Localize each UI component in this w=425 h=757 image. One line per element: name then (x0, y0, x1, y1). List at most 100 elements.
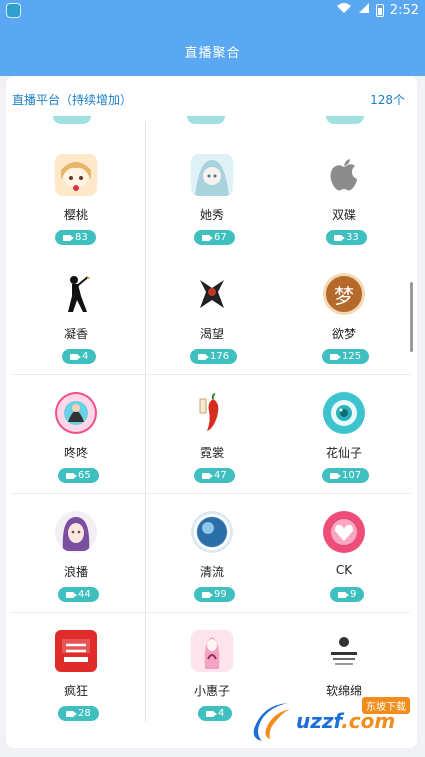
anime-girl-blue-icon (191, 154, 233, 196)
anime-girl-icon (55, 154, 97, 196)
blue-orb-icon (191, 511, 233, 553)
watermark-text: uzzf.com (296, 709, 395, 733)
status-indicators: 2:52 (336, 2, 419, 18)
camera-icon (66, 591, 77, 598)
app-bar: 直播聚合 (0, 22, 425, 76)
swoosh-logo-icon (253, 703, 290, 741)
camera-icon (202, 591, 213, 598)
camera-icon (334, 234, 345, 241)
platform-item[interactable]: 梦 欲梦 125 (278, 255, 410, 374)
dark-figure-icon (191, 273, 233, 315)
platform-item[interactable]: 浪播 44 (10, 493, 142, 612)
pink-heart-hand-icon (323, 511, 365, 553)
platform-item[interactable]: 渴望 176 (146, 255, 278, 374)
watermark-main: uzzf (296, 709, 342, 733)
partial-badge (53, 116, 91, 124)
red-square-logo-icon (55, 630, 97, 672)
meng-character-icon: 梦 (323, 273, 365, 315)
chili-pepper-icon (191, 392, 233, 434)
platform-item[interactable]: 凝香 4 (10, 255, 142, 374)
purple-hair-girl-icon (55, 511, 97, 553)
platforms-title: 直播平台（持续增加） (12, 93, 133, 107)
viewer-count: 125 (342, 351, 362, 362)
site-watermark: 东坡下载 uzzf.com (242, 697, 420, 745)
viewer-count: 107 (342, 470, 362, 481)
platform-item[interactable]: 她秀 67 (146, 136, 278, 255)
platform-name: 凝香 (63, 327, 88, 341)
camera-icon (198, 353, 209, 360)
viewer-badge: 9 (330, 587, 365, 602)
viewer-count: 33 (346, 232, 359, 243)
camera-lens-icon (323, 392, 365, 434)
platform-item[interactable]: 霓裳 47 (146, 374, 278, 493)
camera-icon (66, 710, 77, 717)
platform-name: 花仙子 (325, 446, 362, 460)
status-bar: 2:52 (0, 0, 425, 22)
platforms-count: 128个 (370, 93, 405, 107)
viewer-count: 47 (214, 470, 227, 481)
camera-icon (202, 472, 213, 479)
text-logo-icon (323, 630, 365, 672)
camera-icon (338, 591, 349, 598)
platform-name: CK (335, 563, 353, 577)
viewer-badge: 65 (58, 468, 99, 483)
platform-name: 霓裳 (199, 446, 224, 460)
viewer-badge: 125 (322, 349, 370, 364)
battery-icon (375, 3, 384, 17)
camera-icon (330, 353, 341, 360)
camera-icon (202, 234, 213, 241)
platforms-grid[interactable]: 樱桃 83 她秀 67 双碟 33 凝香 4 渴望 176 梦 欲梦 125 咚… (6, 116, 417, 748)
platform-name: 浪播 (63, 565, 88, 579)
platform-item[interactable]: 樱桃 83 (10, 136, 142, 255)
platform-name: 欲梦 (331, 327, 356, 341)
partial-badge (326, 116, 364, 124)
platform-name: 樱桃 (63, 208, 88, 222)
pink-circle-logo-icon (55, 392, 97, 434)
platform-name: 咚咚 (63, 446, 88, 460)
platform-item[interactable]: 清流 99 (146, 493, 278, 612)
camera-icon (66, 472, 77, 479)
viewer-badge: 33 (326, 230, 367, 245)
platforms-header: 直播平台（持续增加） 128个 (6, 76, 417, 116)
status-time: 2:52 (389, 2, 419, 18)
viewer-badge: 67 (194, 230, 235, 245)
viewer-count: 4 (82, 351, 89, 362)
viewer-badge: 107 (322, 468, 370, 483)
platform-name: 渴望 (199, 327, 224, 341)
camera-icon (63, 234, 74, 241)
app-notification-icon (6, 3, 21, 18)
platform-item[interactable]: 双碟 33 (278, 136, 410, 255)
platform-item[interactable]: CK 9 (278, 493, 410, 612)
platforms-card: 直播平台（持续增加） 128个 樱桃 83 她秀 67 双碟 33 凝香 4 渴… (6, 76, 417, 748)
viewer-count: 65 (78, 470, 91, 481)
page-title: 直播聚合 (184, 46, 241, 61)
scrollbar[interactable] (410, 282, 413, 352)
dancer-silhouette-icon (55, 273, 97, 315)
viewer-count: 176 (210, 351, 230, 362)
platform-item[interactable]: 咚咚 65 (10, 374, 142, 493)
camera-icon (330, 472, 341, 479)
signal-icon (358, 2, 370, 18)
platform-name: 她秀 (199, 208, 224, 222)
camera-icon (206, 710, 217, 717)
viewer-badge: 176 (190, 349, 238, 364)
viewer-badge: 28 (58, 706, 99, 721)
viewer-count: 99 (214, 589, 227, 600)
platform-name: 双碟 (331, 208, 356, 222)
apple-icon (323, 154, 365, 196)
viewer-badge: 47 (194, 468, 235, 483)
viewer-badge: 83 (55, 230, 96, 245)
platform-item[interactable]: 疯狂 28 (10, 612, 142, 731)
viewer-count: 9 (350, 589, 357, 600)
viewer-count: 28 (78, 708, 91, 719)
viewer-count: 67 (214, 232, 227, 243)
wifi-icon (336, 2, 352, 18)
platform-item[interactable]: 花仙子 107 (278, 374, 410, 493)
platform-name: 疯狂 (63, 684, 88, 698)
viewer-badge: 4 (62, 349, 97, 364)
watermark-suffix: .com (341, 709, 396, 733)
viewer-badge: 99 (194, 587, 235, 602)
platform-name: 清流 (199, 565, 224, 579)
partial-badge (187, 116, 225, 124)
viewer-count: 44 (78, 589, 91, 600)
